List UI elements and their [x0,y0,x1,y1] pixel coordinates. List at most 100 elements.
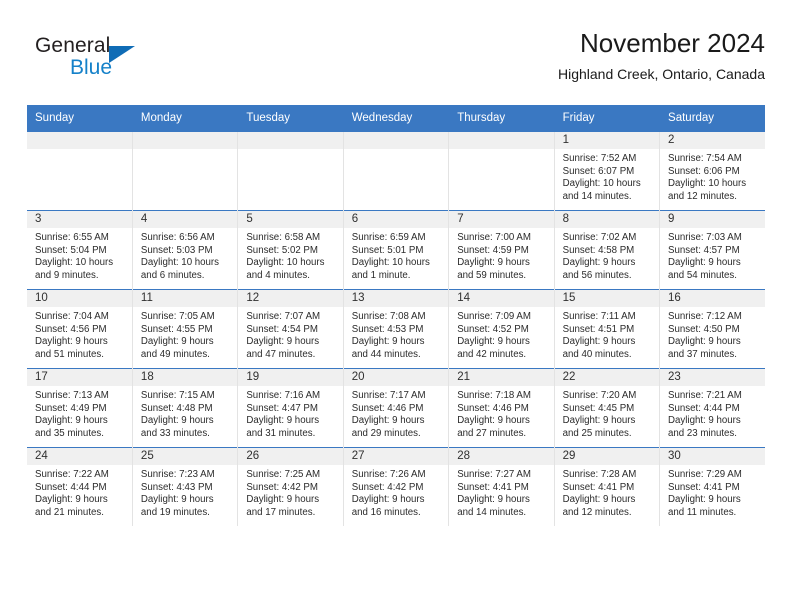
sunrise-time: Sunrise: 7:16 AM [246,390,321,401]
day-number: 1 [554,132,660,149]
calendar-day-cell[interactable]: 1 Sunrise: 7:52 AM Sunset: 6:07 PM Daylight… [554,131,661,211]
calendar-day-cell[interactable]: 11 Sunrise: 7:05 AM Sunset: 4:55 PM Dayligh… [132,289,239,369]
daylight-duration-line1: Daylight: 10 hours [140,257,220,269]
day-cell-inner: 8 Sunrise: 7:02 AM Sunset: 4:58 PM Daylight… [554,211,660,289]
daylight-duration-line1: Daylight: 9 hours [457,336,530,348]
day-number: 6 [343,211,449,228]
sunset-time: Sunset: 4:42 PM [351,481,424,493]
day-details: Sunrise: 7:28 AM Sunset: 4:41 PM Daylight:… [555,465,659,519]
weekday-header-cell: Thursday [448,105,555,132]
day-details: Sunrise: 7:03 AM Sunset: 4:57 PM Daylight:… [660,228,765,282]
daylight-duration-line1: Daylight: 9 hours [351,494,425,506]
calendar-day-cell[interactable]: 9 Sunrise: 7:03 AM Sunset: 4:57 PM Daylight… [659,210,765,290]
day-number: 7 [449,211,554,228]
daylight-duration-line1: Daylight: 10 hours [668,178,747,190]
day-cell-inner: 22 Sunrise: 7:20 AM Sunset: 4:45 PM Dayligh… [554,369,660,447]
sunset-time: Sunset: 4:48 PM [140,402,213,414]
sunset-time: Sunset: 4:43 PM [140,481,213,493]
calendar-day-cell[interactable]: 15 Sunrise: 7:11 AM Sunset: 4:51 PM Dayligh… [554,289,661,369]
general-blue-logo[interactable]: General Blue [35,34,165,88]
calendar-day-cell[interactable]: 8 Sunrise: 7:02 AM Sunset: 4:58 PM Daylight… [554,210,661,290]
day-details: Sunrise: 7:11 AM Sunset: 4:51 PM Daylight:… [555,307,659,361]
calendar-day-cell[interactable]: 13 Sunrise: 7:08 AM Sunset: 4:53 PM Dayligh… [343,289,450,369]
calendar-cell-empty [237,131,344,211]
daylight-duration-line2: and 9 minutes. [35,269,99,281]
calendar-day-cell[interactable]: 20 Sunrise: 7:17 AM Sunset: 4:46 PM Dayligh… [343,368,450,448]
day-details: Sunrise: 6:58 AM Sunset: 5:02 PM Daylight:… [238,228,342,282]
calendar-day-cell[interactable]: 21 Sunrise: 7:18 AM Sunset: 4:46 PM Dayligh… [448,368,555,448]
calendar-day-cell[interactable]: 28 Sunrise: 7:27 AM Sunset: 4:41 PM Dayligh… [448,447,555,526]
page-title: November 2024 [580,28,765,58]
calendar-day-cell[interactable]: 14 Sunrise: 7:09 AM Sunset: 4:52 PM Dayligh… [448,289,555,369]
sunrise-time: Sunrise: 7:27 AM [457,469,531,480]
day-cell-inner: 15 Sunrise: 7:11 AM Sunset: 4:51 PM Dayligh… [554,290,660,368]
day-number: 29 [554,448,660,465]
sunset-time: Sunset: 4:50 PM [668,323,740,335]
day-cell-inner: 10 Sunrise: 7:04 AM Sunset: 4:56 PM Dayligh… [27,290,132,368]
page-header: General Blue November 2024 Highland Cree… [27,26,765,98]
calendar-day-cell[interactable]: 18 Sunrise: 7:15 AM Sunset: 4:48 PM Dayligh… [132,368,239,448]
calendar-day-cell[interactable]: 29 Sunrise: 7:28 AM Sunset: 4:41 PM Dayligh… [554,447,661,526]
calendar-day-cell[interactable]: 19 Sunrise: 7:16 AM Sunset: 4:47 PM Dayligh… [237,368,344,448]
daylight-duration-line2: and 17 minutes. [246,506,316,518]
weekday-header: Sunday Monday Tuesday Wednesday Thursday Frid… [27,105,765,132]
calendar-day-cell[interactable]: 7 Sunrise: 7:00 AM Sunset: 4:59 PM Daylight… [448,210,555,290]
sunrise-time: Sunrise: 7:03 AM [668,232,742,243]
calendar-day-cell[interactable]: 26 Sunrise: 7:25 AM Sunset: 4:42 PM Dayligh… [237,447,344,526]
day-details: Sunrise: 7:13 AM Sunset: 4:49 PM Daylight:… [27,386,132,440]
sunset-time: Sunset: 4:53 PM [351,323,424,335]
day-cell-inner: 13 Sunrise: 7:08 AM Sunset: 4:53 PM Dayligh… [343,290,449,368]
calendar-day-cell[interactable]: 30 Sunrise: 7:29 AM Sunset: 4:41 PM Dayligh… [659,447,765,526]
sunrise-time: Sunrise: 7:21 AM [668,390,742,401]
day-cell-inner: 1 Sunrise: 7:52 AM Sunset: 6:07 PM Daylight… [554,132,660,210]
daylight-duration-line2: and 12 minutes. [668,190,737,202]
calendar-day-cell[interactable]: 6 Sunrise: 6:59 AM Sunset: 5:01 PM Daylight… [343,210,450,290]
sunrise-time: Sunrise: 7:54 AM [668,153,742,164]
sunrise-sunset-calendar: Sunday Monday Tuesday Wednesday Thursday Frid… [27,105,765,526]
day-number: 5 [238,211,343,228]
sunrise-time: Sunrise: 6:58 AM [246,232,321,243]
calendar-day-cell[interactable]: 27 Sunrise: 7:26 AM Sunset: 4:42 PM Dayligh… [343,447,450,526]
daylight-duration-line1: Daylight: 9 hours [457,494,530,506]
sunrise-time: Sunrise: 7:23 AM [140,469,215,480]
sunset-time: Sunset: 6:06 PM [668,165,740,177]
calendar-day-cell[interactable]: 3 Sunrise: 6:55 AM Sunset: 5:04 PM Daylight… [27,210,133,290]
daylight-duration-line1: Daylight: 9 hours [140,415,214,427]
calendar-day-cell[interactable]: 22 Sunrise: 7:20 AM Sunset: 4:45 PM Dayligh… [554,368,661,448]
sunset-time: Sunset: 4:44 PM [35,481,107,493]
calendar-day-cell[interactable]: 25 Sunrise: 7:23 AM Sunset: 4:43 PM Dayligh… [132,447,239,526]
calendar-day-cell[interactable]: 16 Sunrise: 7:12 AM Sunset: 4:50 PM Dayligh… [659,289,765,369]
day-details: Sunrise: 7:21 AM Sunset: 4:44 PM Daylight:… [660,386,765,440]
daylight-duration-line2: and 49 minutes. [140,348,210,360]
daylight-duration-line2: and 14 minutes. [562,190,632,202]
day-number: 26 [238,448,343,465]
calendar-day-cell[interactable]: 24 Sunrise: 7:22 AM Sunset: 4:44 PM Dayligh… [27,447,133,526]
day-number [27,132,132,149]
daylight-duration-line1: Daylight: 10 hours [246,257,325,269]
daylight-duration-line1: Daylight: 9 hours [668,257,741,269]
sunset-time: Sunset: 4:41 PM [457,481,529,493]
daylight-duration-line2: and 47 minutes. [246,348,316,360]
sunset-time: Sunset: 4:47 PM [246,402,318,414]
calendar-day-cell[interactable]: 4 Sunrise: 6:56 AM Sunset: 5:03 PM Daylight… [132,210,239,290]
daylight-duration-line1: Daylight: 9 hours [457,415,530,427]
calendar-cell-empty [343,131,450,211]
day-number: 10 [27,290,132,307]
daylight-duration-line1: Daylight: 9 hours [35,494,108,506]
sunset-time: Sunset: 4:49 PM [35,402,107,414]
day-number: 14 [449,290,554,307]
calendar-day-cell[interactable]: 17 Sunrise: 7:13 AM Sunset: 4:49 PM Dayligh… [27,368,133,448]
calendar-day-cell[interactable]: 2 Sunrise: 7:54 AM Sunset: 6:06 PM Daylight… [659,131,765,211]
day-cell-inner [449,132,554,210]
calendar-day-cell[interactable]: 23 Sunrise: 7:21 AM Sunset: 4:44 PM Dayligh… [659,368,765,448]
sunset-time: Sunset: 4:42 PM [246,481,318,493]
calendar-cell-empty [132,131,239,211]
calendar-day-cell[interactable]: 10 Sunrise: 7:04 AM Sunset: 4:56 PM Dayligh… [27,289,133,369]
day-details: Sunrise: 7:15 AM Sunset: 4:48 PM Daylight:… [133,386,237,440]
day-number: 12 [238,290,343,307]
sunrise-time: Sunrise: 7:28 AM [562,469,637,480]
sunset-time: Sunset: 4:57 PM [668,244,740,256]
calendar-day-cell[interactable]: 12 Sunrise: 7:07 AM Sunset: 4:54 PM Dayligh… [237,289,344,369]
calendar-day-cell[interactable]: 5 Sunrise: 6:58 AM Sunset: 5:02 PM Daylight… [237,210,344,290]
daylight-duration-line2: and 35 minutes. [35,427,104,439]
